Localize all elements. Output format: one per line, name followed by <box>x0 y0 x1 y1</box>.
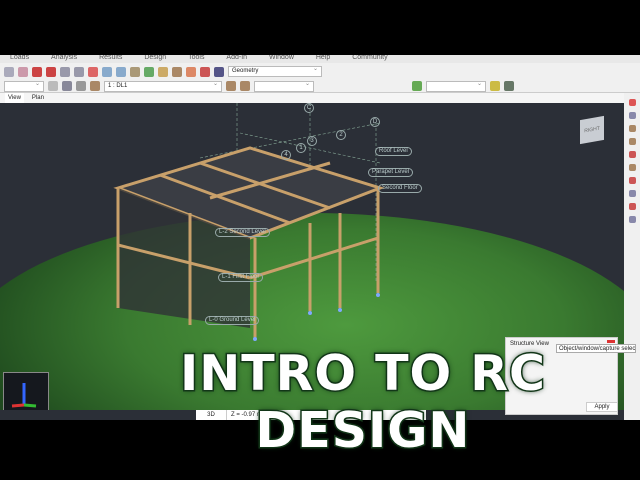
dimension-icon[interactable] <box>158 66 168 77</box>
beam-icon[interactable] <box>628 125 636 132</box>
capture-icon[interactable] <box>76 81 86 91</box>
close-icon[interactable] <box>628 99 636 106</box>
tool-icon[interactable] <box>200 66 210 77</box>
level-label-l2: L-2 Second Level <box>215 228 270 237</box>
load-edit-icon[interactable] <box>240 81 250 91</box>
node-icon[interactable] <box>144 66 154 77</box>
menu-bar: Loads Analysis Results Design Tools Add-… <box>0 55 640 63</box>
menu-tools[interactable]: Tools <box>188 55 204 61</box>
lock-icon[interactable] <box>88 66 98 77</box>
support-icon[interactable] <box>628 164 636 171</box>
load-case-value: 1 : DL1 <box>108 82 128 89</box>
layout-icon[interactable] <box>628 216 636 223</box>
view-tabs: View Plan <box>0 93 640 103</box>
table-view-icon[interactable] <box>628 190 636 197</box>
settings-icon[interactable] <box>186 66 196 77</box>
view-select-value: Geometry <box>232 68 259 74</box>
grid-bubble-3: 3 <box>307 136 317 146</box>
tab-view[interactable]: View <box>5 93 24 103</box>
print-icon[interactable] <box>62 81 72 91</box>
grid-bubble-c: C <box>304 103 314 113</box>
grid-bubble-d: D <box>370 117 380 127</box>
grid-bubble-2: 2 <box>336 130 346 140</box>
report-icon[interactable] <box>74 66 84 77</box>
filter-select[interactable] <box>4 80 44 92</box>
redo-icon[interactable] <box>46 66 56 77</box>
view-cube[interactable]: RIGHT <box>580 115 604 145</box>
grid-bubble-4: 4 <box>281 150 291 160</box>
level-label-l1: L-1 First Floor <box>218 273 264 282</box>
tab-plan[interactable]: Plan <box>32 93 44 103</box>
thumbnail-headline: INTRO TO RC DESIGN <box>179 344 547 461</box>
close-button[interactable] <box>607 340 615 343</box>
load-add-icon[interactable] <box>226 81 236 91</box>
menu-analysis[interactable]: Analysis <box>51 55 77 61</box>
menu-loads[interactable]: Loads <box>10 55 29 61</box>
level-label-parapet: Parapet Level <box>368 168 414 177</box>
undo-icon[interactable] <box>32 66 42 77</box>
secondary-toolbar: 1 : DL1 <box>0 80 640 93</box>
paste-icon[interactable] <box>18 66 28 77</box>
column-icon[interactable] <box>628 138 636 145</box>
menu-add-in[interactable]: Add-In <box>226 55 247 61</box>
menu-help[interactable]: Help <box>316 55 330 61</box>
grid-bubble-1: 1 <box>296 143 306 153</box>
zoom-icon[interactable] <box>102 66 112 77</box>
grid-icon[interactable] <box>214 66 224 77</box>
menu-design[interactable]: Design <box>144 55 166 61</box>
panel-icon[interactable] <box>628 112 636 119</box>
main-toolbar: Geometry <box>0 63 640 80</box>
level-label-roof: Roof Level <box>375 147 412 156</box>
load-case-select[interactable]: 1 : DL1 <box>104 80 222 92</box>
pan-icon[interactable] <box>130 66 140 77</box>
view-select[interactable]: Geometry <box>228 65 322 77</box>
measure-icon[interactable] <box>172 66 182 77</box>
view-cube-face: RIGHT <box>584 125 600 135</box>
level-label-l0: L-0 Ground Level <box>205 316 260 325</box>
wall-icon[interactable] <box>628 177 636 184</box>
material-icon[interactable] <box>412 81 422 91</box>
section-cut-icon[interactable] <box>628 203 636 210</box>
section-query-icon[interactable] <box>504 81 514 91</box>
menu-results[interactable]: Results <box>99 55 122 61</box>
level-label-second-floor: Second Floor <box>378 184 422 193</box>
right-toolbar <box>624 93 640 420</box>
material-select[interactable] <box>426 80 486 92</box>
zoom-in-icon[interactable] <box>116 66 126 77</box>
axis-icon <box>11 383 37 408</box>
copy-icon[interactable] <box>4 66 14 77</box>
slab-icon[interactable] <box>628 151 636 158</box>
query-icon[interactable] <box>48 81 58 91</box>
menu-window[interactable]: Window <box>269 55 294 61</box>
table-icon[interactable] <box>60 66 70 77</box>
section-icon[interactable] <box>490 81 500 91</box>
menu-community[interactable]: Community <box>352 55 387 61</box>
load-icon[interactable] <box>90 81 100 91</box>
load-select[interactable] <box>254 80 314 92</box>
